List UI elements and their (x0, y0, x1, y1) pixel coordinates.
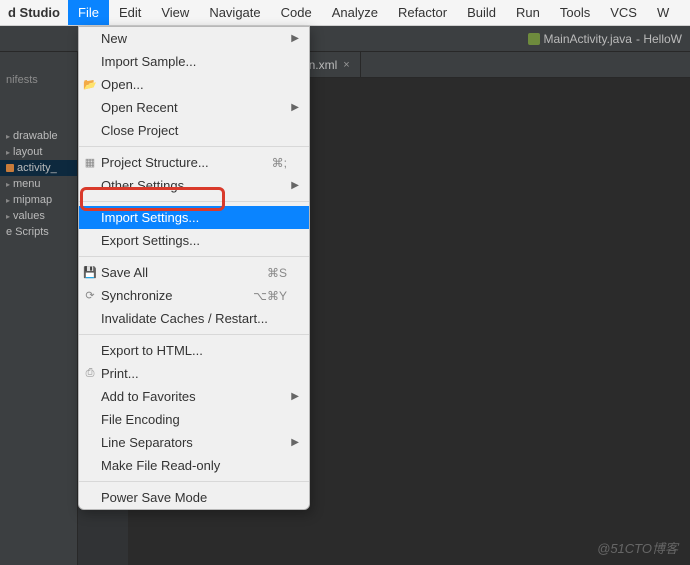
chevron-right-icon: ▸ (6, 196, 10, 205)
menu-item-label: Synchronize (101, 288, 253, 303)
file-menu-dropdown: New ▶ Import Sample... 📂 Open... Open Recent ▶… (78, 26, 310, 510)
sidebar-item-label: drawable (13, 130, 58, 142)
class-icon (528, 33, 540, 45)
file-icon (6, 164, 14, 172)
menu-item-project-structure[interactable]: ▦ Project Structure...⌘; (79, 151, 309, 174)
menubar-item-tools[interactable]: Tools (550, 0, 600, 25)
menu-item-label: Export Settings... (101, 233, 287, 248)
menu-item-open[interactable]: 📂 Open... (79, 73, 309, 96)
menu-separator (79, 481, 309, 482)
menu-item-print[interactable]: ⎙ Print... (79, 362, 309, 385)
menu-icon: ▦ (83, 156, 97, 169)
sidebar-item[interactable]: ▸layout (0, 144, 77, 160)
menu-item-label: Make File Read-only (101, 458, 287, 473)
sidebar-item[interactable]: ▸values (0, 208, 77, 224)
menu-item-label: File Encoding (101, 412, 287, 427)
breadcrumb-file: MainActivity.java (544, 32, 632, 46)
sidebar-item[interactable]: ▸menu (0, 176, 77, 192)
menu-icon: ⟳ (83, 289, 97, 302)
submenu-arrow-icon: ▶ (291, 180, 299, 191)
sidebar-item-label: values (13, 210, 45, 222)
menu-item-other-settings[interactable]: Other Settings ▶ (79, 174, 309, 197)
sidebar-item-label: e Scripts (6, 226, 49, 238)
menu-item-label: Print... (101, 366, 287, 381)
menubar-item-refactor[interactable]: Refactor (388, 0, 457, 25)
menubar-item-code[interactable]: Code (271, 0, 322, 25)
menu-item-invalidate-caches-restart[interactable]: Invalidate Caches / Restart... (79, 307, 309, 330)
sidebar-header: nifests (0, 72, 77, 88)
sidebar-item[interactable]: activity_ (0, 160, 77, 176)
sidebar-item-label: mipmap (13, 194, 52, 206)
chevron-right-icon: ▸ (6, 148, 10, 157)
breadcrumb-suffix: - HelloW (636, 32, 682, 46)
menu-item-label: Power Save Mode (101, 490, 287, 505)
project-sidebar[interactable]: nifests ▸drawable▸layoutactivity_▸menu▸m… (0, 52, 78, 565)
menu-item-export-settings[interactable]: Export Settings... (79, 229, 309, 252)
submenu-arrow-icon: ▶ (291, 437, 299, 448)
sidebar-item-label: layout (13, 146, 42, 158)
sidebar-item-label: menu (13, 178, 41, 190)
submenu-arrow-icon: ▶ (291, 33, 299, 44)
watermark: @51CTO博客 (597, 538, 678, 557)
menu-item-import-sample[interactable]: Import Sample... (79, 50, 309, 73)
menubar-item-navigate[interactable]: Navigate (199, 0, 270, 25)
menu-item-export-to-html[interactable]: Export to HTML... (79, 339, 309, 362)
app-name: d Studio (0, 5, 68, 20)
menu-item-file-encoding[interactable]: File Encoding (79, 408, 309, 431)
shortcut-label: ⌘; (272, 156, 287, 170)
menu-item-label: Close Project (101, 123, 287, 138)
menu-item-label: Add to Favorites (101, 389, 287, 404)
menubar-item-build[interactable]: Build (457, 0, 506, 25)
menu-item-label: Save All (101, 265, 267, 280)
menu-item-power-save-mode[interactable]: Power Save Mode (79, 486, 309, 509)
menu-icon: 📂 (83, 78, 97, 91)
menu-item-label: Other Settings (101, 178, 287, 193)
menu-item-label: Open Recent (101, 100, 287, 115)
sidebar-item[interactable]: ▸drawable (0, 128, 77, 144)
close-icon[interactable]: × (343, 59, 349, 71)
menu-item-close-project[interactable]: Close Project (79, 119, 309, 142)
menu-item-label: Export to HTML... (101, 343, 287, 358)
menu-separator (79, 146, 309, 147)
menu-item-import-settings[interactable]: Import Settings... (79, 206, 309, 229)
menubar-item-view[interactable]: View (151, 0, 199, 25)
menu-item-make-file-read-only[interactable]: Make File Read-only (79, 454, 309, 477)
menubar-item-analyze[interactable]: Analyze (322, 0, 388, 25)
chevron-right-icon: ▸ (6, 180, 10, 189)
menu-item-line-separators[interactable]: Line Separators ▶ (79, 431, 309, 454)
menu-item-save-all[interactable]: 💾 Save All⌘S (79, 261, 309, 284)
menu-separator (79, 201, 309, 202)
breadcrumb: MainActivity.java - HelloW (520, 32, 690, 46)
menubar-item-run[interactable]: Run (506, 0, 550, 25)
menubar-item-edit[interactable]: Edit (109, 0, 151, 25)
menubar-item-vcs[interactable]: VCS (600, 0, 647, 25)
sidebar-item-label: activity_ (17, 162, 57, 174)
menu-icon: 💾 (83, 266, 97, 279)
menu-item-label: Project Structure... (101, 155, 272, 170)
menubar: d Studio FileEditViewNavigateCodeAnalyze… (0, 0, 690, 26)
menu-item-label: New (101, 31, 287, 46)
chevron-right-icon: ▸ (6, 132, 10, 141)
menu-item-label: Import Sample... (101, 54, 287, 69)
menubar-item-file[interactable]: File (68, 0, 109, 25)
menu-separator (79, 334, 309, 335)
menubar-item-w[interactable]: W (647, 0, 679, 25)
sidebar-item[interactable]: e Scripts (0, 224, 77, 240)
shortcut-label: ⌥⌘Y (253, 289, 287, 303)
submenu-arrow-icon: ▶ (291, 102, 299, 113)
sidebar-item[interactable]: ▸mipmap (0, 192, 77, 208)
menu-item-label: Open... (101, 77, 287, 92)
chevron-right-icon: ▸ (6, 212, 10, 221)
menu-item-label: Invalidate Caches / Restart... (101, 311, 287, 326)
menu-item-new[interactable]: New ▶ (79, 27, 309, 50)
menu-item-label: Import Settings... (101, 210, 287, 225)
menu-separator (79, 256, 309, 257)
submenu-arrow-icon: ▶ (291, 391, 299, 402)
menu-item-synchronize[interactable]: ⟳ Synchronize⌥⌘Y (79, 284, 309, 307)
menu-item-label: Line Separators (101, 435, 287, 450)
menu-item-add-to-favorites[interactable]: Add to Favorites ▶ (79, 385, 309, 408)
menu-item-open-recent[interactable]: Open Recent ▶ (79, 96, 309, 119)
menu-icon: ⎙ (83, 367, 97, 380)
shortcut-label: ⌘S (267, 266, 287, 280)
